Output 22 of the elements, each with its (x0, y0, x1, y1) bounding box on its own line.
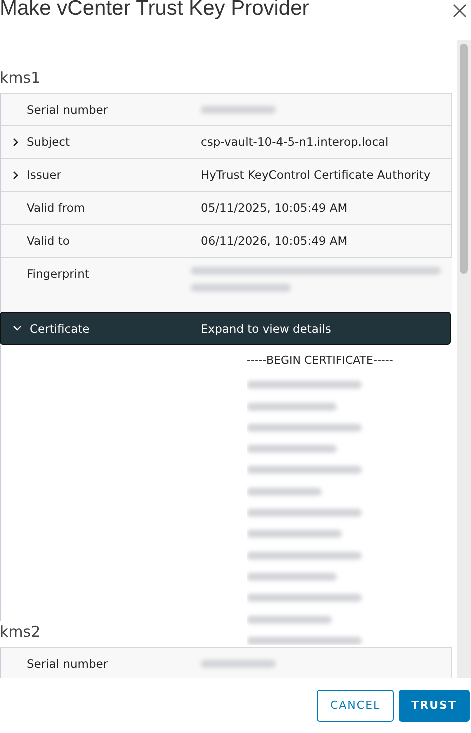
field-label: Serial number (27, 102, 108, 116)
close-icon[interactable] (453, 4, 467, 18)
field-label: Valid from (27, 201, 86, 215)
field-label: Subject (27, 135, 70, 149)
provider-name: kms1 (0, 68, 41, 89)
field-label: Serial number (27, 656, 108, 670)
field-label: Fingerprint (27, 267, 90, 281)
dialog-title: Make vCenter Trust Key Provider (0, 0, 310, 22)
scrollbar[interactable] (457, 40, 471, 678)
field-value: 06/11/2026, 10:05:49 AM (201, 234, 348, 248)
certificate-header: -----BEGIN CERTIFICATE----- (247, 354, 394, 368)
field-label: Issuer (27, 168, 62, 182)
trust-button[interactable]: TRUST (398, 690, 470, 722)
chevron-right-icon[interactable] (13, 170, 19, 180)
field-label: Valid to (27, 234, 70, 248)
certificate-row[interactable]: Certificate Expand to view details (0, 312, 451, 345)
provider-name: kms2 (0, 622, 41, 643)
cancel-button[interactable]: CANCEL (317, 690, 394, 722)
field-value: HyTrust KeyControl Certificate Authority (201, 168, 431, 182)
chevron-right-icon[interactable] (13, 138, 19, 146)
field-value: csp-vault-10-4-5-n1.interop.local (201, 135, 389, 149)
field-value: 05/11/2025, 10:05:49 AM (201, 201, 348, 215)
